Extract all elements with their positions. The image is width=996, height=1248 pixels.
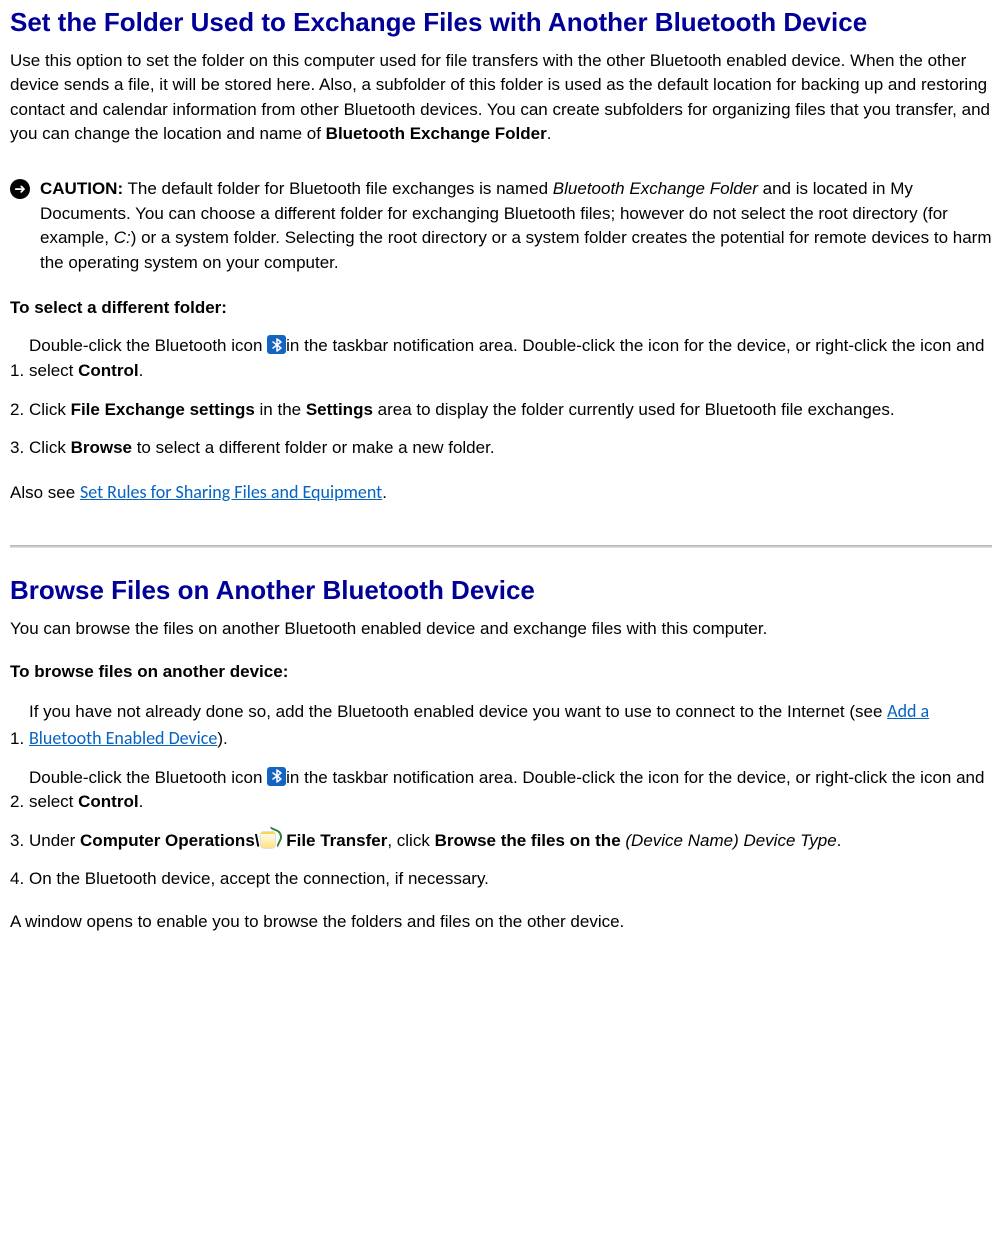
step-number: 3.: [10, 436, 29, 461]
s1-pre: Double-click the Bluetooth icon: [29, 336, 267, 355]
caution-t3: ) or a system folder. Selecting the root…: [40, 228, 991, 272]
s4-t: On the Bluetooth device, accept the conn…: [29, 869, 489, 888]
step-text: On the Bluetooth device, accept the conn…: [29, 867, 992, 892]
step-3: 3. Under Computer Operations\ File Trans…: [10, 829, 992, 854]
section2-final: A window opens to enable you to browse t…: [10, 910, 992, 935]
s3-t3: .: [837, 831, 842, 850]
s3-i1: (Device Name) Device Type: [625, 831, 836, 850]
step-number: 1.: [10, 359, 29, 384]
step-4: 4. On the Bluetooth device, accept the c…: [10, 867, 992, 892]
step-text: Under Computer Operations\ File Transfer…: [29, 829, 992, 854]
step-2: 2. Double-click the Bluetooth icon in th…: [10, 766, 992, 815]
step-text: Double-click the Bluetooth icon in the t…: [29, 766, 992, 815]
s3-b1: Browse: [71, 438, 132, 457]
section2-heading: Browse Files on Another Bluetooth Device: [10, 574, 992, 607]
bluetooth-icon: [267, 767, 286, 786]
caution-i2: C:: [114, 228, 131, 247]
file-transfer-icon: [260, 829, 282, 849]
step-number: 2.: [10, 790, 29, 815]
s1-bold: Control: [78, 361, 138, 380]
s3-b3: Browse the files on the: [435, 831, 626, 850]
step-text: Click Browse to select a different folde…: [29, 436, 992, 461]
step-3: 3. Click Browse to select a different fo…: [10, 436, 992, 461]
step-2: 2. Click File Exchange settings in the S…: [10, 398, 992, 423]
step-1: 1. Double-click the Bluetooth icon in th…: [10, 334, 992, 383]
also-see-post: .: [382, 483, 387, 502]
caution-i1: Bluetooth Exchange Folder: [553, 179, 758, 198]
s2-pre: Double-click the Bluetooth icon: [29, 768, 267, 787]
section2-subhead: To browse files on another device:: [10, 660, 992, 685]
s2-b2: Settings: [306, 400, 373, 419]
caution-block: CAUTION: The default folder for Bluetoot…: [10, 177, 992, 276]
caution-label: CAUTION:: [40, 179, 123, 198]
s3-t2: to select a different folder or make a n…: [132, 438, 495, 457]
intro-bold: Bluetooth Exchange Folder: [326, 124, 547, 143]
caution-icon-cell: [10, 177, 40, 207]
s1-post: .: [139, 361, 144, 380]
step-number: 1.: [10, 727, 29, 752]
s3-b1: Computer Operations\: [80, 831, 259, 850]
section1-heading: Set the Folder Used to Exchange Files wi…: [10, 6, 992, 39]
s3-t1: Under: [29, 831, 80, 850]
s3-b2: File Transfer: [282, 831, 388, 850]
also-see-pre: Also see: [10, 483, 80, 502]
step-number: 2.: [10, 398, 29, 423]
s2-bold: Control: [78, 792, 138, 811]
step-1: 1. If you have not already done so, add …: [10, 698, 992, 751]
arrow-circle-icon: [10, 179, 30, 199]
section1-subhead: To select a different folder:: [10, 296, 992, 321]
section2-steps: 1. If you have not already done so, add …: [10, 698, 992, 892]
step-number: 4.: [10, 867, 29, 892]
also-see-line: Also see Set Rules for Sharing Files and…: [10, 479, 992, 506]
s3-t2: , click: [387, 831, 434, 850]
step-text: If you have not already done so, add the…: [29, 698, 992, 751]
s2-t1: Click: [29, 400, 71, 419]
s2-post: .: [139, 792, 144, 811]
caution-text: CAUTION: The default folder for Bluetoot…: [40, 177, 992, 276]
section2-intro: You can browse the files on another Blue…: [10, 617, 992, 642]
bluetooth-icon: [267, 335, 286, 354]
s2-b1: File Exchange settings: [71, 400, 255, 419]
s2-t3: area to display the folder currently use…: [373, 400, 895, 419]
s2-t2: in the: [255, 400, 306, 419]
section-divider: [10, 545, 992, 548]
step-text: Double-click the Bluetooth icon in the t…: [29, 334, 992, 383]
s1-t2: ).: [217, 729, 227, 748]
link-set-rules[interactable]: Set Rules for Sharing Files and Equipmen…: [80, 481, 382, 503]
step-number: 3.: [10, 829, 29, 854]
step-text: Click File Exchange settings in the Sett…: [29, 398, 992, 423]
s3-t1: Click: [29, 438, 71, 457]
caution-t1: The default folder for Bluetooth file ex…: [123, 179, 553, 198]
section1-steps: 1. Double-click the Bluetooth icon in th…: [10, 334, 992, 461]
intro-dot: .: [547, 124, 552, 143]
s1-t1: If you have not already done so, add the…: [29, 702, 887, 721]
section1-intro: Use this option to set the folder on thi…: [10, 49, 992, 148]
